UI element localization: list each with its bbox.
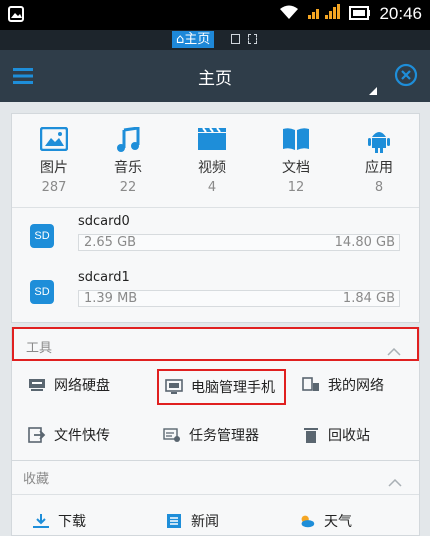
category-images[interactable]: 图片 287 [19, 127, 89, 195]
sd-card-icon: SD [30, 280, 54, 304]
storage-usage-bar: 1.39 MB 1.84 GB [78, 290, 400, 307]
page-title: 主页 [198, 69, 232, 89]
breadcrumb-home[interactable]: ⌂主页 [172, 31, 215, 48]
status-bar: 20:46 [0, 0, 430, 30]
category-videos[interactable]: 视频 4 [177, 127, 247, 195]
gallery-notification-icon [8, 6, 24, 26]
storage-sdcard1[interactable]: SD sdcard1 1.39 MB 1.84 GB [12, 266, 419, 322]
file-transfer-icon [28, 426, 46, 444]
tool-network-drive[interactable]: 网络硬盘 [28, 370, 110, 400]
tool-pc-manage-phone[interactable]: 电脑管理手机 [157, 369, 286, 405]
divider [12, 494, 419, 495]
task-manager-icon [163, 426, 181, 444]
title-bar: 主页 [0, 50, 430, 102]
chevron-up-icon[interactable] [387, 341, 401, 360]
battery-icon [349, 5, 371, 24]
weather-icon [298, 512, 316, 530]
path-bar: ⌂主页 [0, 30, 430, 50]
signal-icon [307, 4, 341, 24]
storage-usage-bar: 2.65 GB 14.80 GB [78, 234, 400, 251]
android-icon [344, 127, 414, 153]
video-icon [177, 127, 247, 153]
tool-recycle-bin[interactable]: 回收站 [302, 420, 370, 450]
overview-card: 图片 287 音乐 22 视频 4 文档 12 应用 8 SD sdcard0 … [11, 113, 420, 323]
storage-sdcard0[interactable]: SD sdcard0 2.65 GB 14.80 GB [12, 210, 419, 266]
network-drive-icon [28, 376, 46, 394]
favorite-download[interactable]: 下载 [32, 506, 86, 536]
tool-task-manager[interactable]: 任务管理器 [163, 420, 259, 450]
favorite-news[interactable]: 新闻 [165, 506, 219, 536]
favorite-weather[interactable]: 天气 [298, 506, 352, 536]
category-music[interactable]: 音乐 22 [93, 127, 163, 195]
recycle-bin-icon [302, 426, 320, 444]
window-indicator-icon[interactable] [248, 34, 257, 44]
tool-file-transfer[interactable]: 文件快传 [28, 420, 110, 450]
window-indicator-icon[interactable] [231, 34, 240, 44]
category-documents[interactable]: 文档 12 [261, 127, 331, 195]
chevron-up-icon[interactable] [388, 472, 402, 491]
favorites-section-header[interactable]: 收藏 [11, 460, 418, 494]
clock: 20:46 [379, 4, 422, 23]
close-circle-icon[interactable] [394, 63, 418, 91]
my-network-icon [302, 376, 320, 394]
pc-manage-icon [165, 378, 183, 396]
tool-my-network[interactable]: 我的网络 [302, 370, 384, 400]
tools-section-header[interactable]: 工具 [12, 327, 419, 361]
document-icon [261, 127, 331, 153]
image-icon [19, 127, 89, 153]
divider [12, 207, 419, 208]
corner-triangle-icon[interactable] [369, 80, 377, 99]
news-icon [165, 512, 183, 530]
sd-card-icon: SD [30, 224, 54, 248]
download-icon [32, 512, 50, 530]
music-icon [93, 127, 163, 153]
category-apps[interactable]: 应用 8 [344, 127, 414, 195]
wifi-icon [279, 4, 299, 24]
